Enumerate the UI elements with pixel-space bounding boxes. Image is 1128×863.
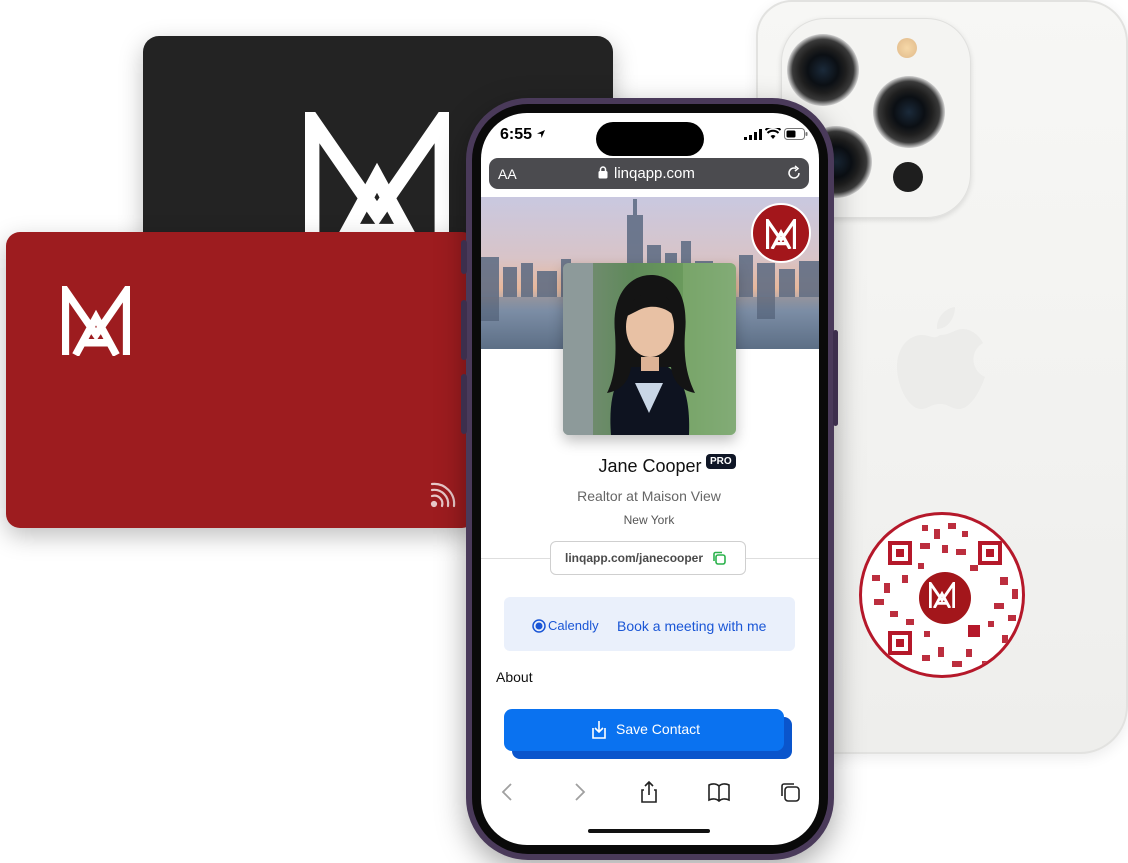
camera-lens-2 xyxy=(873,76,945,148)
save-contact-label[interactable]: Save Contact xyxy=(616,721,700,737)
url-text[interactable]: linqapp.com xyxy=(614,165,695,182)
camera-lens-1 xyxy=(787,34,859,106)
profile-location: New York xyxy=(623,513,675,527)
calendly-logo-icon xyxy=(532,619,546,633)
power-button xyxy=(833,330,838,426)
lidar-sensor xyxy=(893,162,923,192)
nfc-icon xyxy=(430,482,456,508)
reload-icon[interactable] xyxy=(786,165,802,181)
brand-logo-icon xyxy=(62,286,130,356)
volume-down-button xyxy=(461,374,467,434)
back-icon[interactable] xyxy=(496,780,520,804)
profile-name: Jane Cooper xyxy=(481,456,819,477)
profile-name-text: Jane Cooper xyxy=(598,456,702,476)
battery-icon xyxy=(784,128,808,140)
profile-link-text[interactable]: linqapp.com/janecooper xyxy=(565,551,703,565)
calendly-label[interactable]: Book a meeting with me xyxy=(617,618,766,634)
home-indicator xyxy=(588,829,710,833)
bookmarks-icon[interactable] xyxy=(707,780,731,804)
calendly-brand: Calendly xyxy=(548,618,599,633)
copy-icon[interactable] xyxy=(712,551,726,565)
tabs-icon[interactable] xyxy=(778,780,802,804)
download-icon xyxy=(592,721,606,739)
location-arrow-icon xyxy=(537,130,545,138)
flash xyxy=(897,38,917,58)
pro-badge: PRO xyxy=(706,454,736,469)
red-nfc-card xyxy=(6,232,476,528)
text-size-button[interactable]: AA xyxy=(498,166,517,182)
lock-icon xyxy=(598,166,608,179)
status-time: 6:55 xyxy=(500,126,533,143)
volume-up-button xyxy=(461,300,467,360)
signal-icon xyxy=(744,129,762,140)
brand-logo-icon xyxy=(929,582,955,608)
share-icon[interactable] xyxy=(637,780,661,804)
about-heading: About xyxy=(496,669,533,685)
dynamic-island xyxy=(596,122,704,156)
profile-title: Realtor at Maison View xyxy=(577,488,721,504)
apple-logo-icon xyxy=(897,307,985,409)
wifi-icon xyxy=(765,128,781,139)
side-button xyxy=(461,240,467,274)
profile-photo xyxy=(563,263,736,435)
brand-logo-icon xyxy=(766,219,796,249)
forward-icon[interactable] xyxy=(567,780,591,804)
